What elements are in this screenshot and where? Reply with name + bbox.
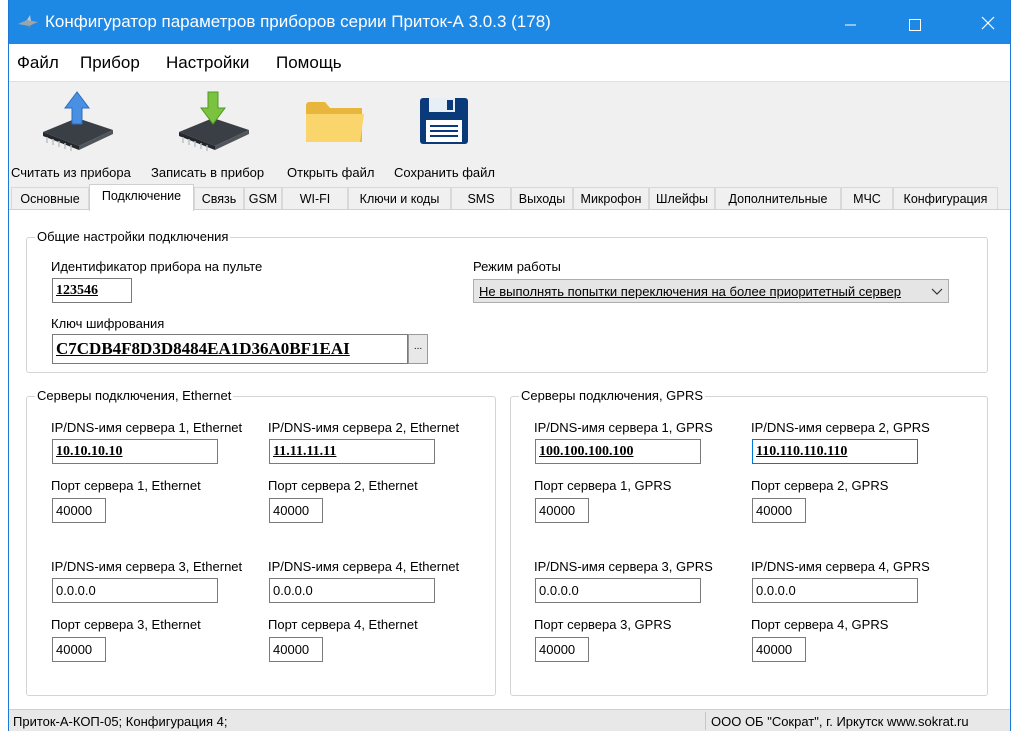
gprs-server3-host-input[interactable]: 0.0.0.0 bbox=[535, 578, 701, 603]
eth-server3-port-input[interactable]: 40000 bbox=[52, 637, 106, 662]
save-file-button[interactable]: Сохранить файл bbox=[394, 82, 504, 184]
app-window: Конфигуратор параметров приборов серии П… bbox=[8, 0, 1011, 731]
chip-upload-icon bbox=[43, 91, 113, 151]
gprs-server1-host-label: IP/DNS-имя сервера 1, GPRS bbox=[534, 420, 713, 435]
status-bar: Приток-А-КОП-05; Конфигурация 4; ООО ОБ … bbox=[9, 709, 1010, 731]
gprs-server2-port-label: Порт сервера 2, GPRS bbox=[751, 478, 889, 493]
tab-keys-codes[interactable]: Ключи и коды bbox=[348, 187, 451, 210]
menu-help[interactable]: Помощь bbox=[276, 53, 342, 73]
tab-content-connection: Общие настройки подключения Идентификато… bbox=[9, 209, 1010, 709]
tab-sms[interactable]: SMS bbox=[451, 187, 511, 210]
tab-link[interactable]: Связь bbox=[194, 187, 244, 210]
close-icon bbox=[981, 16, 995, 30]
gprs-servers-group: Серверы подключения, GPRS IP/DNS-имя сер… bbox=[510, 388, 988, 696]
eth-server3-port-label: Порт сервера 3, Ethernet bbox=[51, 617, 201, 632]
eth-server3-host-label: IP/DNS-имя сервера 3, Ethernet bbox=[51, 559, 243, 574]
close-button[interactable] bbox=[964, 0, 1010, 44]
eth-server2-host-input[interactable]: 11.11.11.11 bbox=[269, 439, 435, 464]
floppy-disk-icon bbox=[420, 98, 468, 144]
minimize-icon bbox=[845, 24, 856, 26]
gprs-server2-port-input[interactable]: 40000 bbox=[752, 498, 806, 523]
menu-settings[interactable]: Настройки bbox=[166, 53, 249, 73]
gprs-server4-port-input[interactable]: 40000 bbox=[752, 637, 806, 662]
eth-server4-port-input[interactable]: 40000 bbox=[269, 637, 323, 662]
general-settings-title: Общие настройки подключения bbox=[35, 229, 231, 244]
gprs-server1-host-input[interactable]: 100.100.100.100 bbox=[535, 439, 701, 464]
work-mode-select[interactable]: Не выполнять попытки переключения на бол… bbox=[473, 279, 949, 303]
maximize-icon bbox=[909, 19, 921, 31]
minimize-button[interactable] bbox=[827, 0, 873, 44]
work-mode-label: Режим работы bbox=[473, 259, 561, 274]
status-divider bbox=[705, 712, 706, 730]
device-id-label: Идентификатор прибора на пульте bbox=[51, 259, 263, 274]
tab-loops[interactable]: Шлейфы bbox=[649, 187, 715, 210]
tab-gsm[interactable]: GSM bbox=[244, 187, 282, 210]
ethernet-servers-title: Серверы подключения, Ethernet bbox=[35, 388, 234, 403]
eth-server2-port-input[interactable]: 40000 bbox=[269, 498, 323, 523]
eth-server3-host-input[interactable]: 0.0.0.0 bbox=[52, 578, 218, 603]
read-from-device-label: Считать из прибора bbox=[11, 165, 131, 180]
open-file-button[interactable]: Открыть файл bbox=[287, 82, 389, 184]
tab-main[interactable]: Основные bbox=[11, 187, 89, 210]
tab-configuration[interactable]: Конфигурация bbox=[893, 187, 998, 210]
eth-server1-host-label: IP/DNS-имя сервера 1, Ethernet bbox=[51, 420, 243, 435]
read-from-device-button[interactable]: Считать из прибора bbox=[11, 82, 146, 184]
eth-server4-port-label: Порт сервера 4, Ethernet bbox=[268, 617, 418, 632]
tab-microphone[interactable]: Микрофон bbox=[573, 187, 649, 210]
gprs-server4-port-label: Порт сервера 4, GPRS bbox=[751, 617, 889, 632]
gprs-server3-host-label: IP/DNS-имя сервера 3, GPRS bbox=[534, 559, 713, 574]
menu-bar: Файл Прибор Настройки Помощь bbox=[9, 44, 1010, 82]
status-device-info: Приток-А-КОП-05; Конфигурация 4; bbox=[13, 714, 228, 729]
app-logo-icon bbox=[18, 15, 38, 29]
eth-server1-host-input[interactable]: 10.10.10.10 bbox=[52, 439, 218, 464]
title-bar: Конфигуратор параметров приборов серии П… bbox=[9, 0, 1010, 44]
eth-server1-port-input[interactable]: 40000 bbox=[52, 498, 106, 523]
eth-server2-host-label: IP/DNS-имя сервера 2, Ethernet bbox=[268, 420, 460, 435]
eth-server4-host-input[interactable]: 0.0.0.0 bbox=[269, 578, 435, 603]
tab-wifi[interactable]: WI-FI bbox=[282, 187, 348, 210]
device-id-input[interactable]: 123546 bbox=[52, 278, 132, 303]
gprs-servers-title: Серверы подключения, GPRS bbox=[519, 388, 706, 403]
tab-strip: Основные Подключение Связь GSM WI-FI Клю… bbox=[9, 184, 1010, 211]
tab-outputs[interactable]: Выходы bbox=[511, 187, 573, 210]
gprs-server4-host-input[interactable]: 0.0.0.0 bbox=[752, 578, 918, 603]
encryption-key-input[interactable]: C7CDB4F8D3D8484EA1D36A0BF1EAI bbox=[52, 334, 408, 364]
chevron-down-icon bbox=[931, 288, 943, 295]
menu-file[interactable]: Файл bbox=[17, 53, 59, 73]
general-settings-group: Общие настройки подключения Идентификато… bbox=[26, 229, 988, 373]
work-mode-value: Не выполнять попытки переключения на бол… bbox=[479, 284, 901, 299]
gprs-server1-port-label: Порт сервера 1, GPRS bbox=[534, 478, 672, 493]
gprs-server2-host-input[interactable]: 110.110.110.110 bbox=[752, 439, 918, 464]
write-to-device-button[interactable]: Записать в прибор bbox=[151, 82, 276, 184]
gprs-server3-port-input[interactable]: 40000 bbox=[535, 637, 589, 662]
eth-server4-host-label: IP/DNS-имя сервера 4, Ethernet bbox=[268, 559, 460, 574]
maximize-button[interactable] bbox=[891, 0, 937, 44]
menu-device[interactable]: Прибор bbox=[80, 53, 140, 73]
tab-additional[interactable]: Дополнительные bbox=[715, 187, 841, 210]
eth-server1-port-label: Порт сервера 1, Ethernet bbox=[51, 478, 201, 493]
key-browse-button[interactable]: ... bbox=[408, 334, 428, 364]
write-to-device-label: Записать в прибор bbox=[151, 165, 265, 180]
eth-server2-port-label: Порт сервера 2, Ethernet bbox=[268, 478, 418, 493]
gprs-server4-host-label: IP/DNS-имя сервера 4, GPRS bbox=[751, 559, 930, 574]
toolbar: Считать из прибора Записать в прибор Отк… bbox=[9, 82, 1010, 184]
ethernet-servers-group: Серверы подключения, Ethernet IP/DNS-имя… bbox=[26, 388, 496, 696]
gprs-server2-host-label: IP/DNS-имя сервера 2, GPRS bbox=[751, 420, 930, 435]
folder-icon bbox=[306, 102, 364, 142]
gprs-server3-port-label: Порт сервера 3, GPRS bbox=[534, 617, 672, 632]
chip-download-icon bbox=[179, 91, 249, 151]
window-title: Конфигуратор параметров приборов серии П… bbox=[45, 12, 551, 31]
gprs-server1-port-input[interactable]: 40000 bbox=[535, 498, 589, 523]
tab-connection[interactable]: Подключение bbox=[89, 184, 194, 211]
save-file-label: Сохранить файл bbox=[394, 165, 495, 180]
tab-emergency[interactable]: МЧС bbox=[841, 187, 893, 210]
encryption-key-label: Ключ шифрования bbox=[51, 316, 165, 331]
open-file-label: Открыть файл bbox=[287, 165, 375, 180]
status-company-info: ООО ОБ "Сократ", г. Иркутск www.sokrat.r… bbox=[711, 714, 969, 729]
